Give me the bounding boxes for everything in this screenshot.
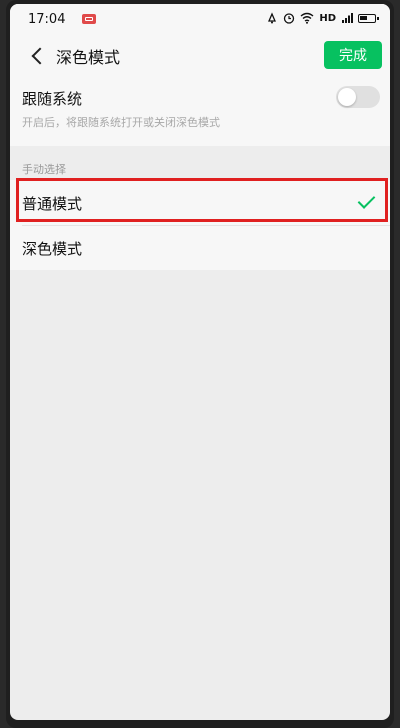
signal-icon <box>342 13 353 23</box>
follow-system-description: 开启后，将跟随系统打开或关闭深色模式 <box>22 116 220 129</box>
follow-system-label: 跟随系统 <box>22 90 83 108</box>
done-button[interactable]: 完成 <box>324 41 382 69</box>
network-type: HD <box>319 12 336 24</box>
status-bar: 17:04 HD <box>10 4 390 34</box>
mode-options: 普通模式 深色模式 <box>10 180 390 270</box>
toggle-knob <box>338 88 356 106</box>
alarm-icon <box>268 12 277 24</box>
back-icon[interactable] <box>31 47 49 65</box>
page-title: 深色模式 <box>56 48 121 67</box>
nav-bar: 深色模式 完成 <box>10 34 390 78</box>
phone-frame: 17:04 HD 深色模式 完成 跟随系统 开启后，将跟随系统打开或关闭深色模式… <box>6 0 394 728</box>
screen: 17:04 HD 深色模式 完成 跟随系统 开启后，将跟随系统打开或关闭深色模式… <box>10 4 390 720</box>
check-icon <box>357 191 376 209</box>
follow-system-row: 跟随系统 开启后，将跟随系统打开或关闭深色模式 <box>10 78 390 146</box>
wifi-icon <box>300 12 314 24</box>
status-icons: HD <box>266 12 379 24</box>
follow-system-toggle[interactable] <box>336 86 380 108</box>
manual-select-header: 手动选择 <box>22 163 66 176</box>
battery-icon <box>358 13 379 23</box>
clock-icon <box>284 13 295 24</box>
option-label: 普通模式 <box>22 195 83 213</box>
option-dark-mode[interactable]: 深色模式 <box>10 225 390 270</box>
status-time: 17:04 <box>28 12 66 27</box>
notification-icon <box>82 14 96 24</box>
option-label: 深色模式 <box>22 240 83 258</box>
option-normal-mode[interactable]: 普通模式 <box>10 180 390 225</box>
